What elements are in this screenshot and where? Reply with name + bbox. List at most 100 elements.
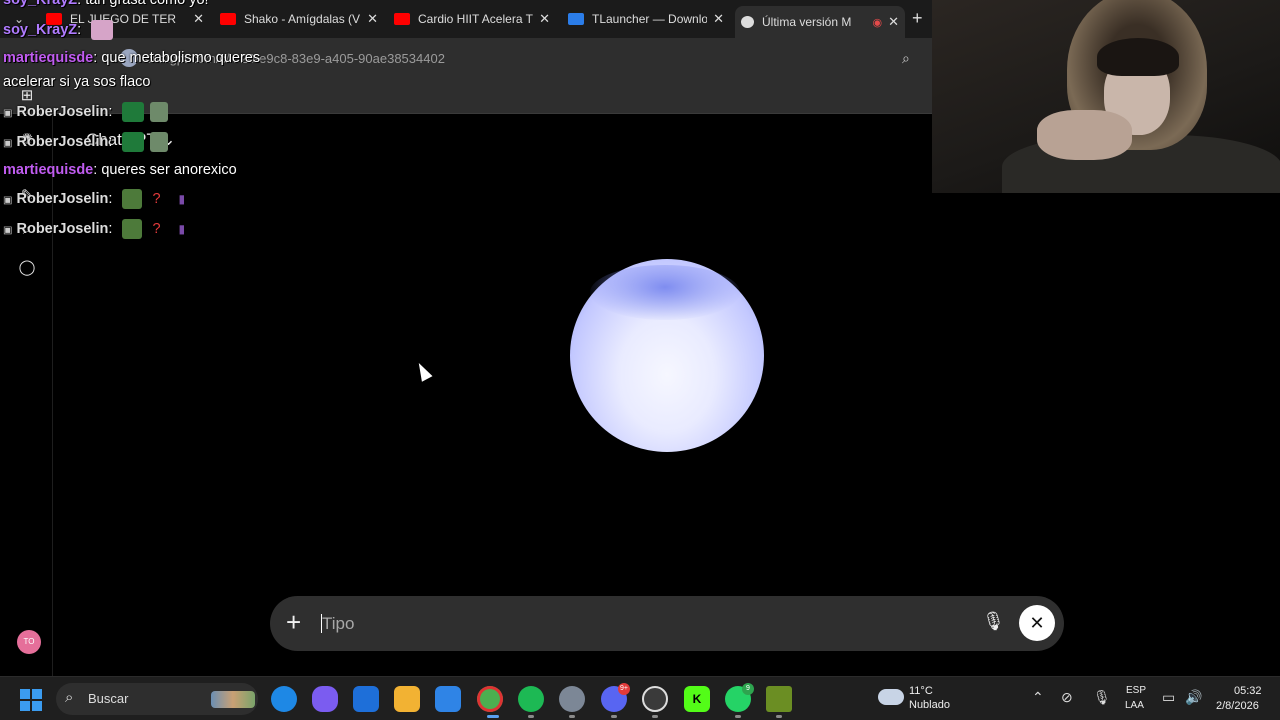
voice-composer: + 🎙 ✕ (270, 596, 1064, 651)
network-off-icon[interactable]: ⊘ (1061, 689, 1073, 706)
minecraft-icon[interactable] (766, 686, 792, 712)
keyboard-layout-indicator[interactable]: LAA (1125, 700, 1144, 711)
notification-badge: 9+ (618, 683, 630, 695)
tab-title: Última versión M (762, 15, 852, 29)
emoji-icon: ▮ (178, 221, 186, 236)
chat-message-continuation: acelerar si ya sos flaco (3, 74, 150, 90)
clock-time[interactable]: 05:32 (1234, 685, 1262, 697)
webcam-hand (1037, 110, 1132, 160)
obs-icon[interactable] (642, 686, 668, 712)
copilot-icon[interactable] (312, 686, 338, 712)
search-label: Buscar (88, 691, 129, 706)
store-icon[interactable] (435, 686, 461, 712)
chat-message: martiequisde: que metabolismo queres (3, 50, 261, 66)
tab-close-icon[interactable]: ✕ (367, 11, 378, 27)
windows-start-icon[interactable] (20, 689, 42, 711)
chat-username: soy_KrayZ (3, 0, 78, 8)
emote-icon (150, 102, 169, 122)
emoji-icon: ▮ (178, 191, 186, 206)
tab-shako[interactable]: Shako - Amígdalas (V ✕ (214, 6, 384, 32)
tab-close-icon[interactable]: ✕ (193, 11, 204, 27)
voice-orb-highlight (590, 265, 740, 320)
emote-icon (91, 20, 114, 40)
webcam-overlay (932, 0, 1280, 193)
active-indicator (487, 715, 499, 718)
tlauncher-icon (568, 13, 584, 25)
language-indicator[interactable]: ESP (1126, 685, 1146, 696)
microphone-icon[interactable]: 🎙 (982, 611, 1005, 632)
zoom-icon[interactable]: ⌕ (902, 50, 910, 67)
emote-icon (122, 132, 145, 152)
tab-close-icon[interactable]: ✕ (713, 11, 724, 27)
chat-text: queres ser anorexico (101, 162, 237, 178)
tab-title: TLauncher — Downlo (592, 12, 708, 26)
taskbar-search[interactable]: ⌕ Buscar (56, 683, 258, 715)
chat-username: RoberJoselin (16, 103, 109, 120)
chat-text: acelerar si ya sos flaco (3, 74, 151, 90)
end-voice-button[interactable]: ✕ (1019, 605, 1055, 641)
volume-icon[interactable]: 🔊 (1185, 689, 1202, 706)
chat-message: ▣ RoberJoselin: ? ▮ (3, 219, 185, 239)
badge-icon: ▣ (3, 224, 13, 236)
running-indicator (735, 715, 741, 718)
clock-date[interactable]: 2/8/2026 (1216, 700, 1259, 712)
user-avatar[interactable]: TO (17, 630, 41, 654)
display-icon[interactable]: ▭ (1162, 689, 1175, 706)
webcam-hair (1097, 38, 1179, 76)
chat-message: soy_KrayZ: tan grasa como yo! (3, 0, 209, 8)
tab-cardio[interactable]: Cardio HIIT Acelera T ✕ (388, 6, 556, 32)
badge-icon: ▣ (3, 107, 13, 119)
weather-temperature[interactable]: 11°C (909, 685, 933, 697)
file-explorer-icon[interactable] (394, 686, 420, 712)
emote-icon (122, 219, 143, 239)
emote-icon (122, 189, 143, 209)
spotify-icon[interactable] (518, 686, 544, 712)
chat-username: RoberJoselin (16, 133, 109, 150)
mouse-cursor-icon (413, 360, 433, 382)
tab-tlauncher[interactable]: TLauncher — Downlo ✕ (562, 6, 730, 32)
chat-username: RoberJoselin (16, 190, 109, 207)
microphone-icon[interactable]: 🎙 (1093, 689, 1111, 706)
tab-close-icon[interactable]: ✕ (888, 14, 899, 30)
chat-message: ▣ RoberJoselin: (3, 102, 169, 122)
tab-close-icon[interactable]: ✕ (539, 11, 550, 27)
running-indicator (569, 715, 575, 718)
windows-taskbar: ⌕ Buscar 9+ K 9 11°C Nublado ⌃ ⊘ 🎙 ESP L… (0, 676, 1280, 720)
recording-icon: ◉ (872, 16, 883, 29)
chat-message: martiequisde: queres ser anorexico (3, 162, 237, 178)
chat-message: ▣ RoberJoselin: ? ▮ (3, 189, 185, 209)
outlook-icon[interactable] (353, 686, 379, 712)
tab-title: Shako - Amígdalas (V (244, 12, 361, 26)
chat-bubble-icon[interactable]: ◯ (17, 258, 37, 278)
kick-icon[interactable]: K (684, 686, 710, 712)
running-indicator (528, 715, 534, 718)
search-highlight-image (211, 691, 255, 708)
running-indicator (611, 715, 617, 718)
new-tab-button[interactable]: + (912, 8, 923, 29)
chat-text: que metabolismo queres (101, 50, 261, 66)
chat-message: soy_KrayZ: (3, 20, 114, 40)
search-icon: ⌕ (65, 689, 74, 706)
tab-title: Cardio HIIT Acelera T (418, 12, 533, 26)
message-input[interactable] (322, 610, 922, 638)
chat-text: tan grasa como yo! (85, 0, 209, 8)
settings-icon[interactable] (559, 686, 585, 712)
running-indicator (652, 715, 658, 718)
edge-icon[interactable] (271, 686, 297, 712)
weather-description[interactable]: Nublado (909, 699, 950, 711)
badge-icon: ▣ (3, 194, 13, 206)
youtube-icon (394, 13, 410, 25)
running-indicator (776, 715, 782, 718)
cloud-icon[interactable] (878, 689, 904, 705)
chat-username: RoberJoselin (16, 220, 109, 237)
chrome-icon[interactable] (477, 686, 503, 712)
chat-username: martiequisde (3, 162, 94, 178)
tab-chatgpt-active[interactable]: Última versión M ◉ ✕ (735, 6, 905, 38)
add-attachment-button[interactable]: + (286, 607, 301, 637)
youtube-icon (220, 13, 236, 25)
notification-badge: 9 (742, 683, 754, 695)
chat-message: ▣ RoberJoselin: (3, 132, 169, 152)
emote-icon (122, 102, 145, 122)
chevron-up-icon[interactable]: ⌃ (1032, 689, 1044, 706)
chat-username: soy_KrayZ (3, 21, 78, 38)
